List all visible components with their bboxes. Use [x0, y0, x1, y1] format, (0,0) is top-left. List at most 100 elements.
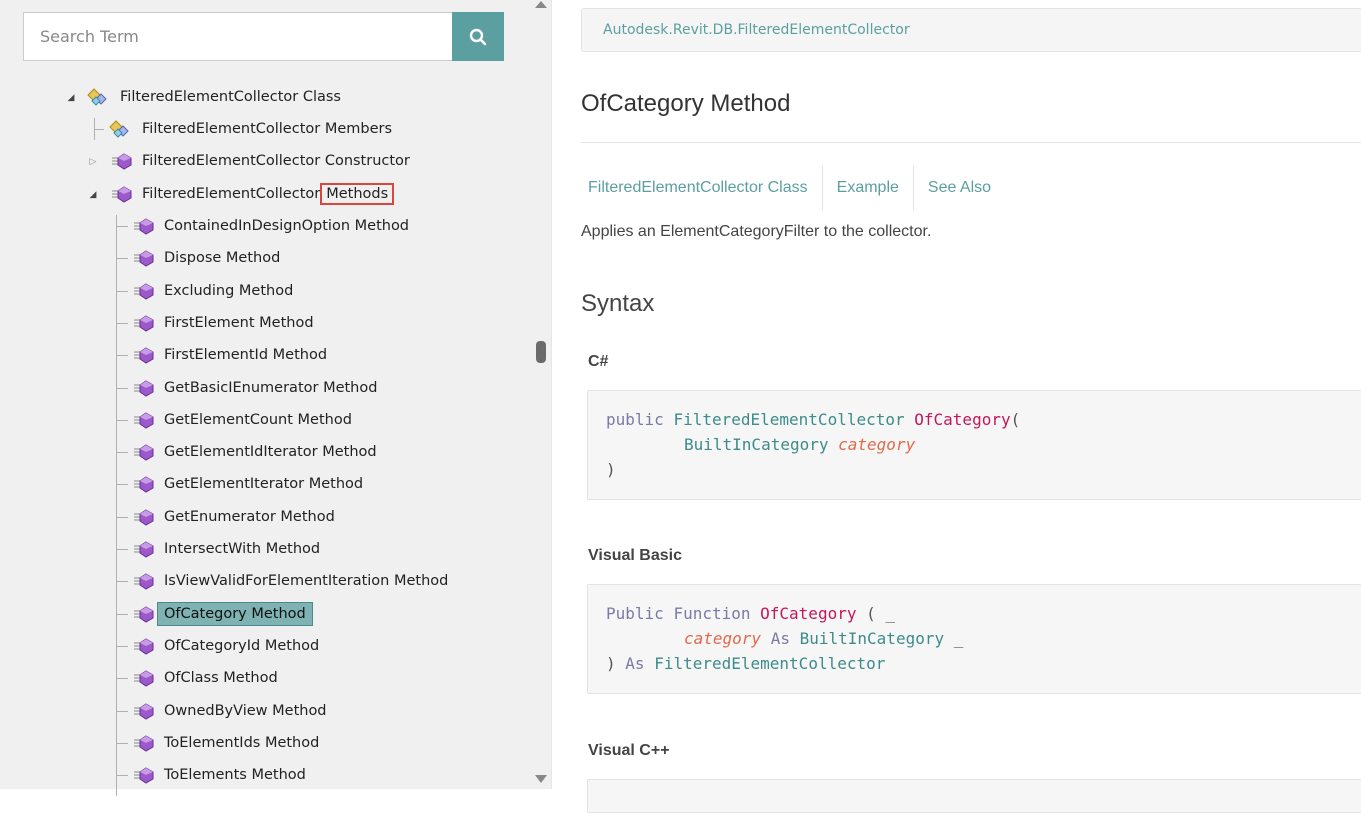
tree-item-members[interactable]: FilteredElementCollector Members	[138, 115, 396, 143]
code-param: category	[684, 629, 762, 648]
collapse-toggle[interactable]: ◢	[88, 190, 98, 200]
tree-item-label: OfCategory Method	[157, 602, 313, 626]
tree-item-label: FilteredElementCollector Members	[142, 121, 393, 137]
link-class[interactable]: FilteredElementCollector Class	[581, 166, 823, 210]
tree-item-label: OfCategoryId Method	[164, 638, 320, 654]
code-keyword: Public	[606, 604, 664, 623]
tree-item-method[interactable]: Excluding Method	[160, 277, 297, 305]
method-icon	[134, 283, 154, 300]
method-icon	[134, 347, 154, 364]
tree-item-label: FilteredElementCollector Class	[120, 89, 341, 105]
tree-item-method[interactable]: GetBasicIEnumerator Method	[160, 374, 381, 402]
divider	[581, 142, 1361, 143]
tree-item-method[interactable]: IsViewValidForElementIteration Method	[160, 567, 452, 595]
method-icon	[134, 670, 154, 687]
code-type: BuiltInCategory	[799, 629, 945, 648]
expand-toggle[interactable]: ▷	[88, 157, 98, 167]
code-punct: )	[606, 460, 616, 479]
tree-item-method[interactable]: Dispose Method	[160, 244, 284, 272]
csharp-code-block: public FilteredElementCollector OfCatego…	[587, 390, 1361, 500]
breadcrumb: Autodesk.Revit.DB.FilteredElementCollect…	[581, 8, 1361, 52]
tree-guide	[116, 215, 117, 797]
tree-guide	[116, 743, 128, 744]
tree-item-label: FilteredElementCollector	[142, 186, 321, 202]
tree-item-label: IsViewValidForElementIteration Method	[164, 573, 449, 589]
scroll-up-arrow-icon[interactable]	[535, 0, 547, 8]
navigation-panel: ◢ FilteredElementCollector Class Filtere…	[0, 0, 530, 797]
code-type: FilteredElementCollector	[673, 410, 905, 429]
cpp-code-block	[587, 779, 1361, 813]
tree-item-method[interactable]: GetElementCount Method	[160, 406, 356, 434]
code-keyword: As	[770, 629, 790, 648]
method-icon	[134, 218, 154, 235]
tree-item-method[interactable]: FirstElementId Method	[160, 341, 331, 369]
tree-item-method[interactable]: OfClass Method	[160, 664, 282, 692]
tree-item-method[interactable]: IntersectWith Method	[160, 535, 324, 563]
tree-item-label: GetElementCount Method	[164, 412, 352, 428]
tree-guide	[116, 452, 128, 453]
tree-guide	[94, 129, 104, 130]
code-punct: ( _	[866, 604, 896, 623]
link-example[interactable]: Example	[823, 166, 914, 210]
tree-item-label: GetBasicIEnumerator Method	[164, 380, 378, 396]
tree-guide	[116, 258, 128, 259]
tree-item-method[interactable]: OwnedByView Method	[160, 697, 331, 725]
topic-tree: ◢ FilteredElementCollector Class Filtere…	[0, 0, 530, 797]
tree-item-method[interactable]: FirstElement Method	[160, 309, 318, 337]
tree-item-label: GetEnumerator Method	[164, 509, 335, 525]
tree-guide	[116, 646, 128, 647]
code-punct: _	[953, 629, 964, 648]
tree-guide	[116, 484, 128, 485]
page-title: OfCategory Method	[581, 90, 791, 117]
breadcrumb-link[interactable]: Autodesk.Revit.DB.FilteredElementCollect…	[603, 22, 910, 38]
code-keyword: Function	[673, 604, 751, 623]
tree-guide	[116, 678, 128, 679]
tree-guide	[116, 323, 128, 324]
tree-guide	[116, 291, 128, 292]
method-icon	[134, 412, 154, 429]
tree-guide	[116, 775, 128, 776]
code-type: BuiltInCategory	[684, 435, 829, 454]
tree-item-method[interactable]: GetEnumerator Method	[160, 503, 339, 531]
csharp-heading: C#	[588, 353, 609, 370]
method-icon	[134, 541, 154, 558]
tree-item-label: GetElementIterator Method	[164, 476, 364, 492]
method-icon	[112, 186, 132, 203]
method-icon	[134, 380, 154, 397]
method-icon	[134, 444, 154, 461]
method-icon	[134, 476, 154, 493]
method-icon	[134, 315, 154, 332]
nav-scrollbar[interactable]	[530, 0, 552, 789]
highlight-annotation: Methods	[320, 183, 395, 205]
tree-guide	[116, 517, 128, 518]
tree-item-method[interactable]: ToElementIds Method	[160, 729, 323, 757]
method-icon	[134, 703, 154, 720]
scrollbar-thumb[interactable]	[536, 341, 546, 363]
tree-item-label: OfClass Method	[164, 670, 278, 686]
tree-item-class[interactable]: FilteredElementCollector Class	[116, 83, 345, 111]
tree-item-methods[interactable]: FilteredElementCollector Methods	[138, 180, 395, 208]
tree-guide	[116, 711, 128, 712]
tree-item-method[interactable]: OfCategoryId Method	[160, 632, 323, 660]
tree-item-method[interactable]: OfCategory Method	[157, 600, 313, 628]
tree-item-label: FirstElement Method	[164, 315, 314, 331]
vb-heading: Visual Basic	[588, 547, 682, 564]
scroll-down-arrow-icon[interactable]	[535, 774, 547, 784]
syntax-heading: Syntax	[581, 290, 655, 317]
tree-item-constructor[interactable]: FilteredElementCollector Constructor	[138, 147, 414, 175]
tree-item-method[interactable]: GetElementIterator Method	[160, 470, 367, 498]
code-punct: (	[1010, 410, 1021, 429]
link-see-also[interactable]: See Also	[914, 166, 1005, 210]
tree-guide	[116, 355, 128, 356]
tree-guide	[116, 420, 128, 421]
tree-item-method[interactable]: ToElements Method	[160, 761, 310, 789]
tree-item-method[interactable]: ContainedInDesignOption Method	[160, 212, 413, 240]
method-icon	[134, 573, 154, 590]
code-keyword: public	[606, 410, 664, 429]
tree-item-label: ToElementIds Method	[164, 735, 320, 751]
tree-item-method[interactable]: GetElementIdIterator Method	[160, 438, 381, 466]
content-panel: Autodesk.Revit.DB.FilteredElementCollect…	[553, 0, 1361, 813]
collapse-toggle[interactable]: ◢	[66, 93, 76, 103]
vb-code-block: Public Function OfCategory ( _ category …	[587, 584, 1361, 694]
method-icon	[134, 509, 154, 526]
